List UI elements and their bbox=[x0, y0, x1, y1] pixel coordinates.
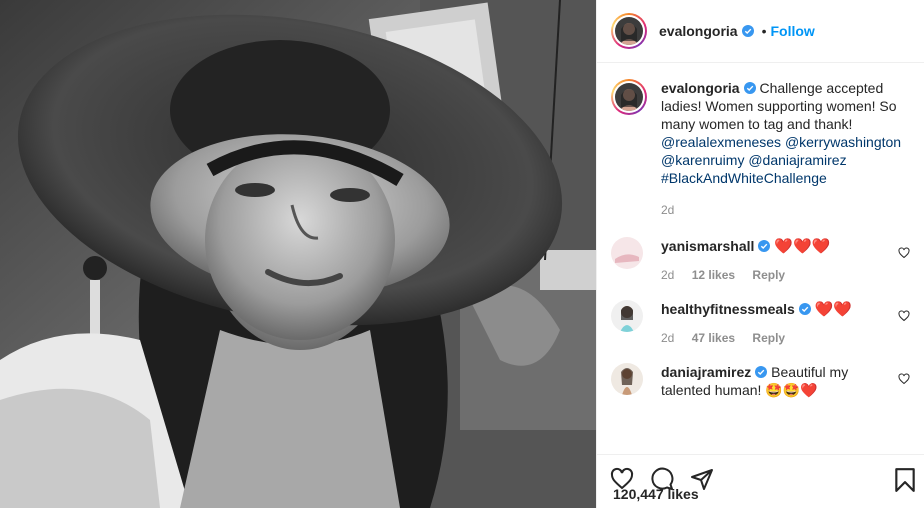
comment-body: yanismarshall ❤️❤️❤️ 2d 12 likes Reply bbox=[661, 237, 881, 284]
mention-link[interactable]: @realalexmeneses bbox=[661, 134, 781, 150]
verified-badge-icon bbox=[755, 366, 768, 378]
commenter-username[interactable]: yanismarshall bbox=[661, 238, 754, 254]
comment-time[interactable]: 2d bbox=[661, 331, 674, 345]
reply-button[interactable]: Reply bbox=[752, 268, 785, 282]
instagram-post: evalongoria • Follow evalongoria Challen… bbox=[0, 0, 924, 508]
verified-badge-icon bbox=[798, 303, 811, 315]
small-heart-icon[interactable] bbox=[898, 247, 910, 259]
commenter-username[interactable]: daniajramirez bbox=[661, 364, 751, 380]
comment-meta: 2d 47 likes Reply bbox=[661, 329, 881, 347]
separator-dot: • bbox=[761, 23, 767, 39]
comment-item: yanismarshall ❤️❤️❤️ 2d 12 likes Reply bbox=[611, 237, 910, 284]
commenter-avatar[interactable] bbox=[611, 363, 643, 395]
post-caption: evalongoria Challenge accepted ladies! W… bbox=[611, 79, 910, 219]
comment-text: ❤️❤️ bbox=[814, 301, 853, 318]
caption-timestamp[interactable]: 2d bbox=[661, 201, 906, 219]
hashtag-link[interactable]: #BlackAndWhiteChallenge bbox=[661, 170, 827, 186]
mention-link[interactable]: @daniajramirez bbox=[748, 152, 846, 168]
action-bar: 120,447 likes bbox=[597, 454, 924, 508]
comment-time[interactable]: 2d bbox=[661, 268, 674, 282]
post-photo[interactable] bbox=[0, 0, 596, 508]
mention-link[interactable]: @kerrywashington bbox=[785, 134, 901, 150]
small-heart-icon[interactable] bbox=[898, 373, 910, 385]
black-and-white-selfie-image bbox=[0, 0, 596, 508]
mention-link[interactable]: @karenruimy bbox=[661, 152, 744, 168]
author-avatar[interactable] bbox=[611, 13, 647, 49]
caption-author-avatar[interactable] bbox=[611, 79, 647, 115]
verified-badge-icon bbox=[758, 240, 771, 252]
comments-list[interactable]: evalongoria Challenge accepted ladies! W… bbox=[597, 63, 924, 454]
post-sidebar: evalongoria • Follow evalongoria Challen… bbox=[596, 0, 924, 508]
comment-likes[interactable]: 12 likes bbox=[692, 268, 735, 282]
verified-badge-icon bbox=[743, 82, 756, 94]
comment-likes[interactable]: 47 likes bbox=[692, 331, 735, 345]
small-heart-icon[interactable] bbox=[898, 310, 910, 322]
comment-meta: 2d 12 likes Reply bbox=[661, 266, 881, 284]
post-header: evalongoria • Follow bbox=[597, 0, 924, 63]
follow-button[interactable]: Follow bbox=[771, 23, 815, 39]
caption-username[interactable]: evalongoria bbox=[661, 80, 740, 96]
comment-body: healthyfitnessmeals ❤️❤️ 2d 47 likes Rep… bbox=[661, 300, 881, 347]
comment-body: daniajramirez Beautiful my talented huma… bbox=[661, 363, 881, 399]
save-button[interactable] bbox=[894, 467, 916, 496]
commenter-avatar[interactable] bbox=[611, 300, 643, 332]
reply-button[interactable]: Reply bbox=[752, 331, 785, 345]
comment-item: daniajramirez Beautiful my talented huma… bbox=[611, 363, 910, 399]
verified-badge-icon bbox=[741, 25, 754, 37]
comment-item: healthyfitnessmeals ❤️❤️ 2d 47 likes Rep… bbox=[611, 300, 910, 347]
author-username[interactable]: evalongoria bbox=[659, 23, 738, 39]
comment-text: ❤️❤️❤️ bbox=[774, 238, 831, 255]
bookmark-icon[interactable] bbox=[894, 467, 916, 493]
caption-text: evalongoria Challenge accepted ladies! W… bbox=[661, 79, 906, 219]
commenter-avatar[interactable] bbox=[611, 237, 643, 269]
commenter-username[interactable]: healthyfitnessmeals bbox=[661, 301, 795, 317]
likes-count[interactable]: 120,447 likes bbox=[613, 486, 699, 502]
